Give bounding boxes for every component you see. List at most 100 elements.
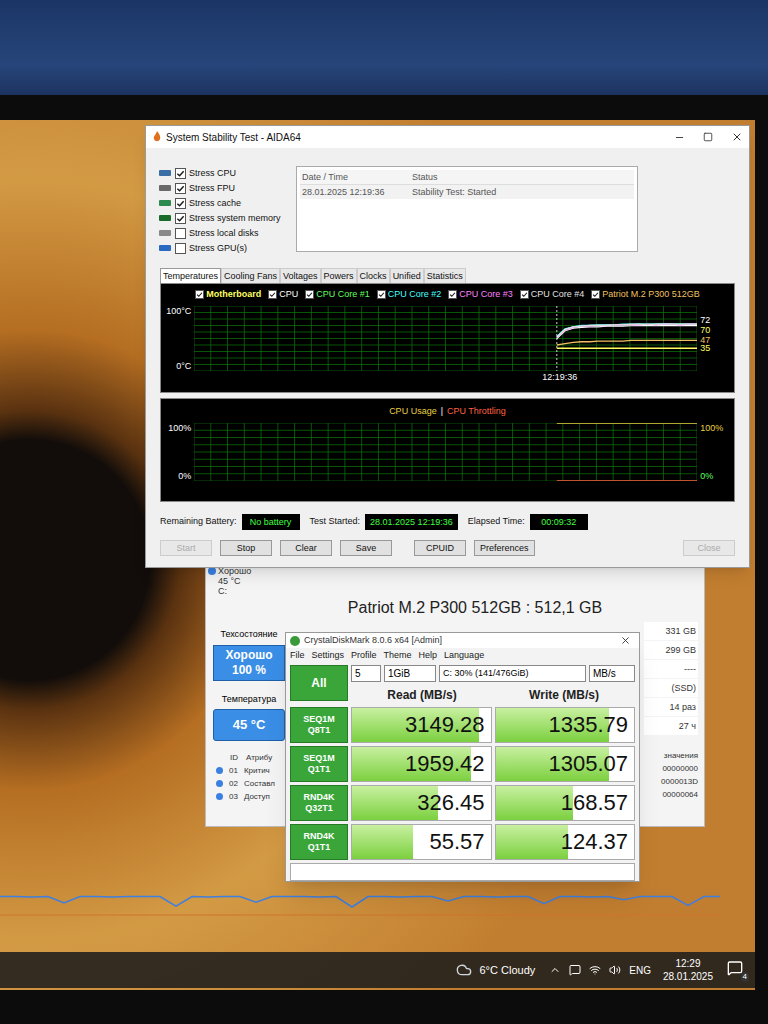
log-table: Date / TimeStatus28.01.2025 12:19:36Stab…	[296, 166, 638, 252]
maximize-icon[interactable]	[703, 132, 713, 142]
stress-option[interactable]: Stress system memory	[158, 211, 280, 225]
test-button[interactable]: SEQ1MQ1T1	[290, 746, 348, 782]
menu-item[interactable]: File	[290, 648, 305, 662]
legend-item[interactable]: CPU Core #1	[305, 288, 370, 300]
notification-badge: 4	[741, 972, 749, 982]
stress-option[interactable]: Stress FPU	[158, 181, 280, 195]
result-row: RND4KQ1T155.57124.37	[290, 824, 635, 860]
legend-item[interactable]: CPU Core #4	[520, 288, 585, 300]
column-header[interactable]: Date / Time	[300, 170, 412, 184]
tab[interactable]: Statistics	[424, 268, 466, 283]
test-button[interactable]: SEQ1MQ8T1	[290, 707, 348, 743]
status-label: Remaining Battery:	[160, 515, 237, 529]
reading: 72	[700, 315, 710, 325]
button[interactable]: CPUID	[414, 540, 466, 556]
tray-expand-icon[interactable]	[549, 964, 561, 976]
stress-option[interactable]: Stress GPU(s)	[158, 241, 280, 255]
check-icon	[269, 290, 276, 299]
info-value: 27 ч	[644, 717, 698, 735]
stress-option[interactable]: Stress CPU	[158, 166, 280, 180]
tab[interactable]: Temperatures	[160, 268, 221, 283]
test-button[interactable]: RND4KQ1T1	[290, 824, 348, 860]
menu-item[interactable]: Theme	[384, 648, 412, 662]
clock[interactable]: 12:2928.01.2025	[663, 957, 713, 983]
stress-option[interactable]: Stress cache	[158, 196, 280, 210]
tray-app-icon[interactable]	[569, 964, 581, 976]
log-row[interactable]: 28.01.2025 12:19:36Stability Test: Start…	[300, 185, 634, 199]
menu-item[interactable]: Language	[444, 648, 484, 662]
comment-field[interactable]	[290, 863, 635, 881]
column-header: Write (MB/s)	[493, 686, 635, 704]
menu-item[interactable]: Profile	[351, 648, 377, 662]
menu-item[interactable]: Settings	[312, 648, 345, 662]
menu-item[interactable]: Help	[419, 648, 438, 662]
language[interactable]: ENG	[629, 963, 651, 978]
all-button[interactable]: All	[290, 665, 348, 701]
legend-checkbox[interactable]	[195, 290, 204, 299]
attribute-row[interactable]: 02Составл	[216, 777, 286, 790]
count-select[interactable]: 5	[351, 665, 381, 682]
column-header[interactable]: Status	[412, 170, 634, 184]
axis-label: 0%	[700, 471, 730, 481]
minimize-icon[interactable]	[674, 132, 685, 143]
tab[interactable]: Unified	[390, 268, 424, 283]
button[interactable]: Close	[683, 540, 735, 556]
tab[interactable]: Voltages	[280, 268, 321, 283]
button[interactable]: Save	[340, 540, 392, 556]
legend-checkbox[interactable]	[377, 290, 386, 299]
legend-checkbox[interactable]	[591, 290, 600, 299]
chart-legend: CPU Usage|CPU Throttling	[165, 405, 730, 417]
tab[interactable]: Clocks	[357, 268, 390, 283]
unit-select[interactable]: MB/s	[589, 665, 635, 682]
legend-item[interactable]: CPU Core #2	[377, 288, 442, 300]
attribute-row[interactable]: 03Доступ	[216, 790, 286, 803]
legend-checkbox[interactable]	[448, 290, 457, 299]
tab[interactable]: Powers	[321, 268, 357, 283]
screen: Хорошо45 °CC:Patriot M.2 P300 512GB : 51…	[0, 120, 755, 990]
legend-checkbox[interactable]	[268, 290, 277, 299]
checkbox[interactable]	[175, 213, 186, 224]
checkbox[interactable]	[175, 198, 186, 209]
stress-option[interactable]: Stress local disks	[158, 226, 280, 240]
drive-select[interactable]: C: 30% (141/476GiB)	[439, 665, 586, 682]
read-result: 1959.42	[351, 746, 492, 782]
legend-checkbox[interactable]	[305, 290, 314, 299]
size-select[interactable]: 1GiB	[384, 665, 436, 682]
checkbox[interactable]	[175, 183, 186, 194]
temperature-line	[557, 340, 697, 345]
window-title: System Stability Test - AIDA64	[166, 130, 674, 145]
checkbox[interactable]	[175, 243, 186, 254]
result-bar	[352, 825, 413, 859]
close-icon[interactable]	[620, 635, 631, 646]
volume-icon[interactable]	[609, 964, 621, 976]
axis-label: 0%	[165, 471, 191, 481]
tab[interactable]: Cooling Fans	[221, 268, 280, 283]
button[interactable]: Stop	[220, 540, 272, 556]
read-result: 326.45	[351, 785, 492, 821]
button[interactable]: Start	[160, 540, 212, 556]
network-icon[interactable]	[589, 964, 601, 976]
weather-icon[interactable]	[456, 962, 472, 978]
status-label: Elapsed Time:	[468, 515, 525, 529]
checkbox[interactable]	[175, 228, 186, 239]
legend-item[interactable]: CPU Core #3	[448, 288, 513, 300]
close-icon[interactable]	[731, 131, 743, 143]
test-button[interactable]: RND4KQ32T1	[290, 785, 348, 821]
button[interactable]: Clear	[280, 540, 332, 556]
legend-item[interactable]: Motherboard	[195, 288, 261, 300]
legend-item[interactable]: Patriot M.2 P300 512GB	[591, 288, 700, 300]
chart-legend: Motherboard CPU CPU Core #1 CPU Core #2 CPU …	[165, 288, 730, 300]
stress-options: Stress CPUStress FPUStress cacheStress s…	[158, 166, 280, 268]
attribute-row[interactable]: 01Критич	[216, 764, 286, 777]
result-bar	[496, 825, 568, 859]
attribute-value: 00000064	[662, 788, 698, 801]
write-result: 1335.79	[495, 707, 636, 743]
checkbox[interactable]	[175, 168, 186, 179]
drive-status[interactable]: Хорошо45 °CC:	[208, 566, 251, 596]
weather[interactable]: 6°C Cloudy	[480, 962, 536, 979]
reading: 35	[700, 343, 710, 353]
result-row: SEQ1MQ8T13149.281335.79	[290, 707, 635, 743]
button[interactable]: Preferences	[474, 540, 535, 556]
legend-item[interactable]: CPU	[268, 288, 298, 300]
legend-checkbox[interactable]	[520, 290, 529, 299]
